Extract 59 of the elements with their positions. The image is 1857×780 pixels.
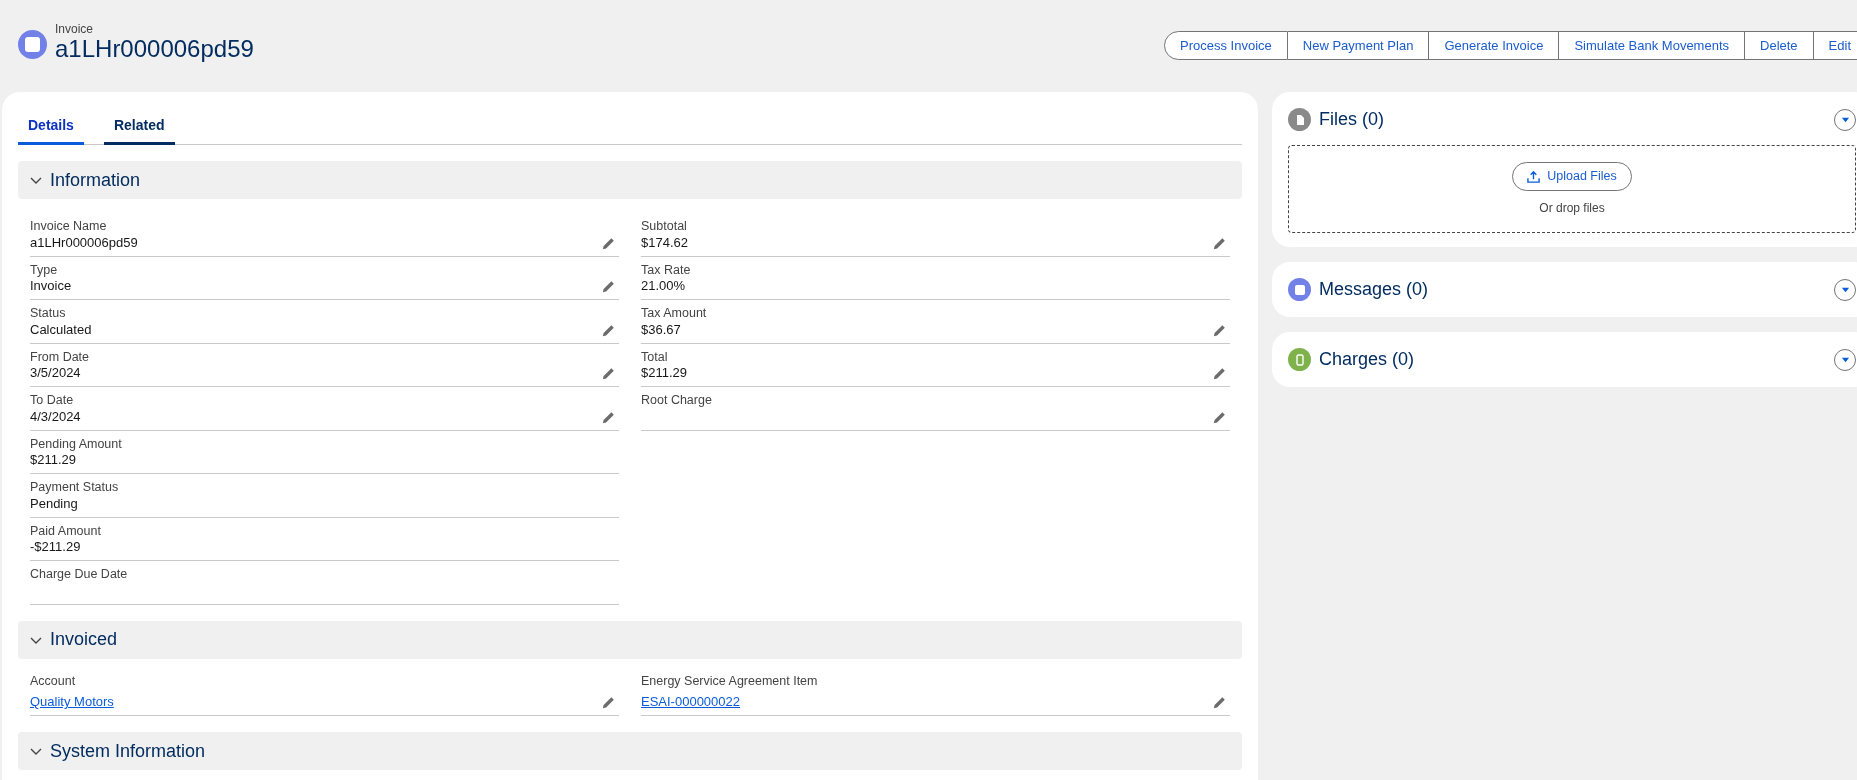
upload-icon	[1527, 169, 1541, 183]
field-label: Root Charge	[641, 392, 712, 409]
field-label: Subtotal	[641, 218, 688, 235]
field-label: Type	[30, 261, 59, 278]
card-title: Messages (0)	[1319, 278, 1430, 301]
object-type-label: Invoice	[55, 22, 95, 37]
action-button[interactable]: New Payment Plan	[1287, 31, 1430, 60]
field-label: Total	[641, 348, 669, 365]
field-value: 4/3/2024	[30, 408, 81, 426]
field-label: Account	[30, 672, 77, 689]
section-header[interactable]: Invoiced	[18, 620, 1242, 659]
field-link[interactable]: Quality Motors	[30, 694, 114, 711]
field-value: Calculated	[30, 321, 92, 339]
field-value: 3/5/2024	[30, 365, 82, 382]
field-value: a1LHr000006pd59	[30, 234, 138, 252]
record-title: a1LHr000006pd59	[55, 36, 254, 63]
field-value: -$211.29	[30, 539, 82, 556]
card-title: Files (0)	[1319, 108, 1385, 131]
dropdown-button[interactable]	[1834, 108, 1856, 131]
field-link[interactable]: ESAI-000000022	[641, 694, 741, 711]
field-value: Pending	[30, 495, 79, 513]
field-label: Tax Rate	[641, 261, 691, 278]
field-label: Payment Status	[30, 479, 119, 496]
card-title: Charges (0)	[1319, 348, 1416, 371]
phone-icon	[1288, 348, 1311, 371]
field-label: Status	[30, 305, 67, 322]
document-icon	[1288, 108, 1311, 131]
tab[interactable]: Related	[103, 100, 175, 145]
field-value: $211.29	[30, 452, 78, 469]
field-value: 21.00%	[641, 278, 687, 295]
section-header[interactable]: Information	[18, 161, 1242, 199]
action-button[interactable]: Edit	[1813, 31, 1857, 60]
field-label: To Date	[30, 392, 75, 409]
field-label: From Date	[30, 348, 90, 365]
record-icon	[18, 30, 47, 59]
action-button[interactable]: Process Invoice	[1164, 31, 1288, 60]
caret-icon	[1840, 355, 1850, 364]
field-label: Pending Amount	[30, 435, 122, 452]
field-label: Invoice Name	[30, 218, 108, 235]
drop-hint: Or drop files	[1539, 199, 1605, 217]
upload-button[interactable]: Upload Files	[1512, 161, 1632, 191]
caret-icon	[1840, 115, 1850, 124]
section-header[interactable]: System Information	[18, 732, 1242, 770]
field-label: Paid Amount	[30, 522, 101, 539]
field-label: Energy Service Agreement Item	[641, 672, 818, 689]
field-label: Charge Due Date	[30, 566, 128, 583]
action-button[interactable]: Simulate Bank Movements	[1559, 31, 1745, 60]
field-value: $174.62	[641, 234, 688, 252]
field-label: Tax Amount	[641, 305, 707, 322]
dropdown-button[interactable]	[1834, 348, 1856, 371]
field-value: Invoice	[30, 278, 72, 295]
drop-zone[interactable]: Upload Files Or drop files	[1288, 145, 1856, 233]
action-button[interactable]: Generate Invoice	[1429, 31, 1560, 60]
tab[interactable]: Details	[18, 100, 84, 145]
field-value: $211.29	[641, 365, 688, 382]
caret-icon	[1840, 285, 1850, 294]
field-value: $36.67	[641, 321, 682, 339]
dropdown-button[interactable]	[1834, 278, 1856, 301]
action-button[interactable]: Delete	[1745, 31, 1814, 60]
